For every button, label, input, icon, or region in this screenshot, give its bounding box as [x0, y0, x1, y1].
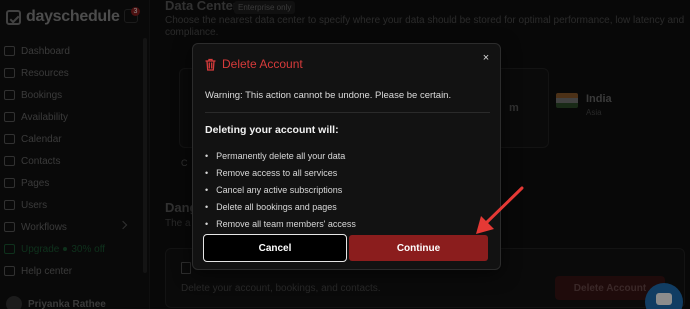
trash-icon — [205, 58, 216, 71]
cancel-button[interactable]: Cancel — [203, 234, 347, 262]
consequences-title: Deleting your account will: — [205, 124, 339, 136]
close-icon[interactable]: × — [480, 52, 492, 64]
list-item: Cancel any active subscriptions — [205, 181, 485, 198]
warning-text: Warning: This action cannot be undone. P… — [205, 90, 452, 101]
consequences-list: Permanently delete all your data Remove … — [205, 147, 485, 232]
delete-account-modal: Delete Account × Warning: This action ca… — [192, 43, 501, 270]
continue-button[interactable]: Continue — [349, 235, 488, 261]
annotation-arrow-icon — [476, 186, 524, 234]
list-item: Remove all team members' access — [205, 215, 485, 232]
list-item: Remove access to all services — [205, 164, 485, 181]
list-item: Permanently delete all your data — [205, 147, 485, 164]
list-item: Delete all bookings and pages — [205, 198, 485, 215]
modal-title: Delete Account — [222, 57, 303, 71]
divider — [205, 112, 490, 113]
modal-header: Delete Account — [205, 57, 303, 71]
